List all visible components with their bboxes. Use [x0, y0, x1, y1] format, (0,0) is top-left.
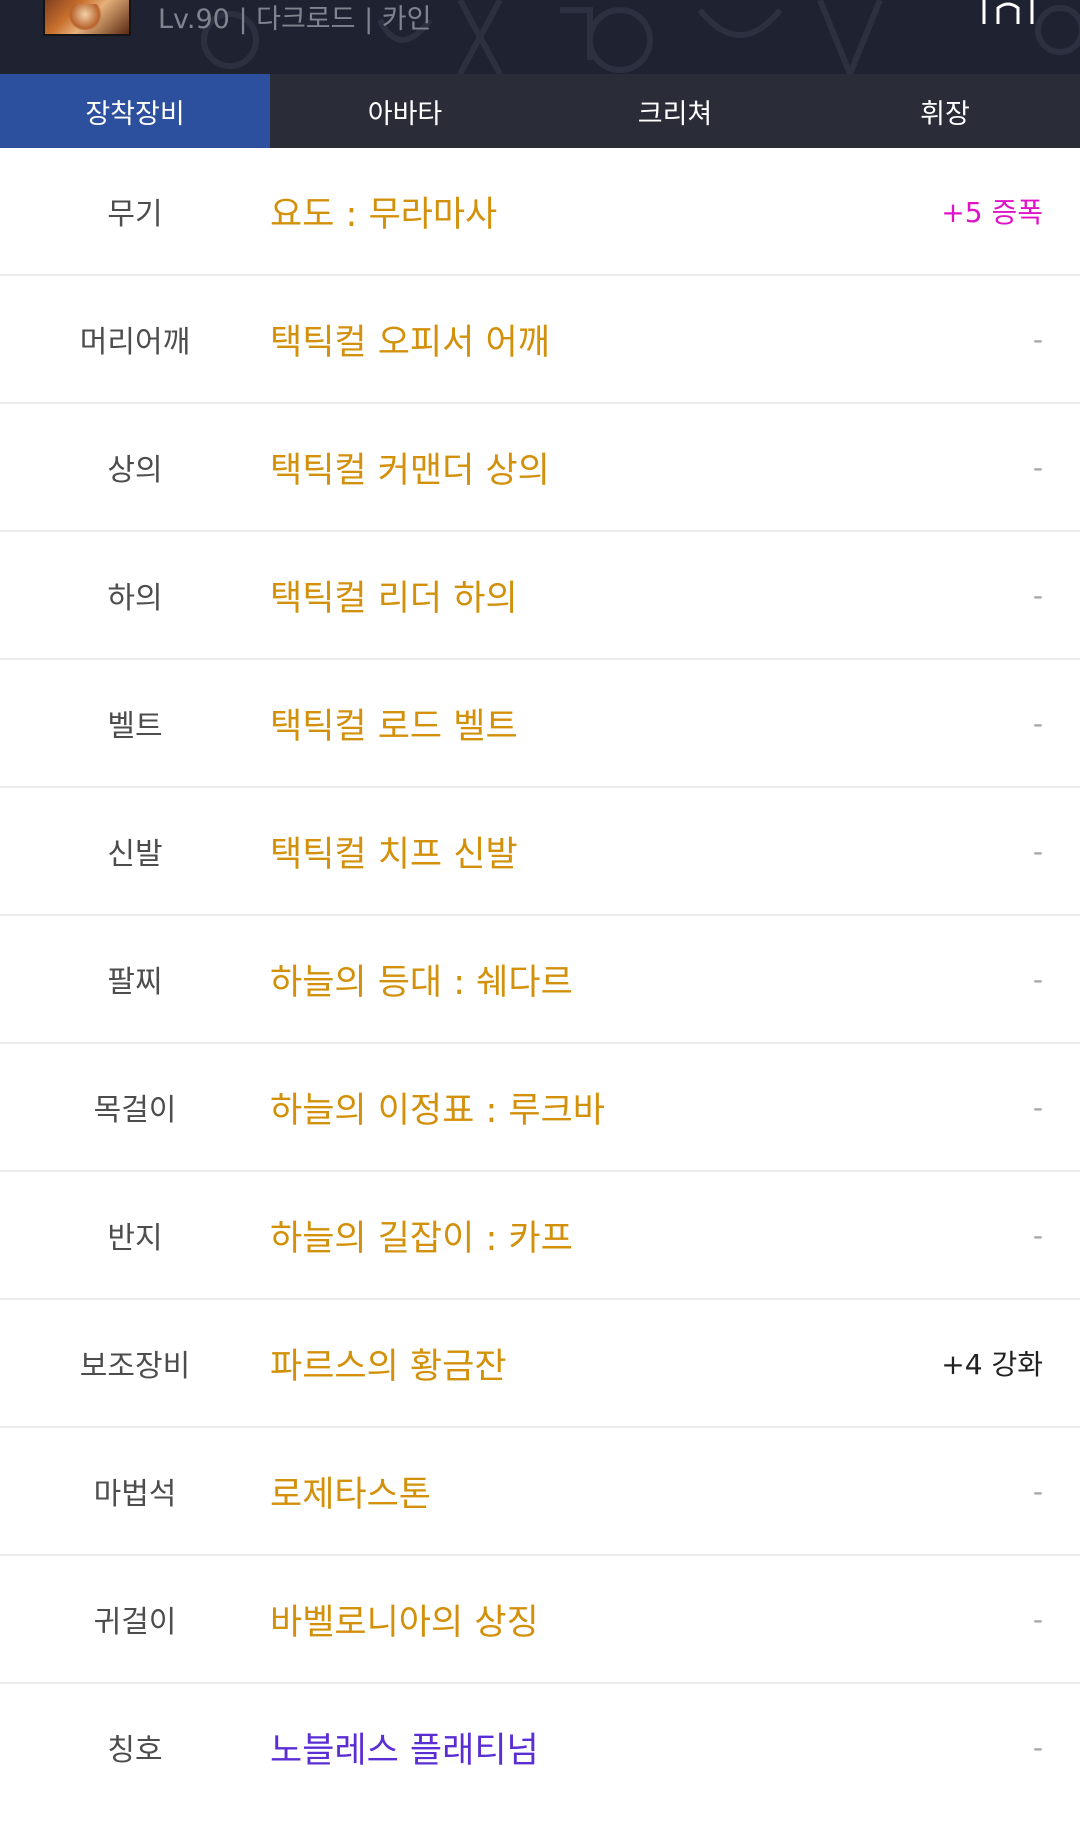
enhance-level: -: [1032, 962, 1043, 996]
tab-creature[interactable]: 크리쳐: [540, 74, 810, 148]
item-name[interactable]: 바벨로니아의 상징: [270, 1556, 539, 1682]
item-name[interactable]: 하늘의 길잡이 : 카프: [270, 1172, 573, 1298]
equipment-row-shoes[interactable]: 신발 택틱컬 치프 신발 -: [0, 788, 1080, 916]
item-name[interactable]: 택틱컬 오피서 어깨: [270, 276, 550, 402]
equipment-list: 무기 요도 : 무라마사 +5 증폭 머리어깨 택틱컬 오피서 어깨 - 상의 …: [0, 148, 1080, 1812]
slot-label: 상의: [107, 453, 163, 488]
enhance-level: +4 강화: [941, 1348, 1043, 1381]
equipment-row-belt[interactable]: 벨트 택틱컬 로드 벨트 -: [0, 660, 1080, 788]
slot-label: 신발: [107, 837, 163, 872]
tab-avatar[interactable]: 아바타: [270, 74, 540, 148]
equipment-row-weapon[interactable]: 무기 요도 : 무라마사 +5 증폭: [0, 148, 1080, 276]
enhance-level: +5 증폭: [941, 196, 1043, 229]
equipment-row-bracelet[interactable]: 팔찌 하늘의 등대 : 쉐다르 -: [0, 916, 1080, 1044]
item-name[interactable]: 로제타스톤: [270, 1428, 431, 1554]
item-name[interactable]: 하늘의 이정표 : 루크바: [270, 1044, 605, 1170]
slot-label: 무기: [107, 197, 163, 232]
enhance-level: -: [1032, 706, 1043, 740]
slot-label: 귀걸이: [93, 1605, 177, 1640]
enhance-level: -: [1032, 1090, 1043, 1124]
equipment-row-bottom[interactable]: 하의 택틱컬 리더 하의 -: [0, 532, 1080, 660]
item-name[interactable]: 하늘의 등대 : 쉐다르: [270, 916, 573, 1042]
item-name[interactable]: 택틱컬 커맨더 상의: [270, 404, 550, 530]
item-name[interactable]: 노블레스 플래티넘: [270, 1684, 539, 1810]
tab-emblem-badge[interactable]: 휘장: [810, 74, 1080, 148]
enhance-level: -: [1032, 450, 1043, 484]
equipment-row-ring[interactable]: 반지 하늘의 길잡이 : 카프 -: [0, 1172, 1080, 1300]
slot-label: 팔찌: [107, 965, 163, 1000]
home-icon[interactable]: [980, 0, 1036, 24]
slot-label: 반지: [107, 1221, 163, 1256]
item-name[interactable]: 파르스의 황금잔: [270, 1300, 507, 1426]
item-name[interactable]: 택틱컬 로드 벨트: [270, 660, 518, 786]
equipment-row-earring[interactable]: 귀걸이 바벨로니아의 상징 -: [0, 1556, 1080, 1684]
tab-equipment[interactable]: 장착장비: [0, 74, 270, 148]
equipment-row-shoulder[interactable]: 머리어깨 택틱컬 오피서 어깨 -: [0, 276, 1080, 404]
equipment-row-magic-stone[interactable]: 마법석 로제타스톤 -: [0, 1428, 1080, 1556]
equipment-row-title[interactable]: 칭호 노블레스 플래티넘 -: [0, 1684, 1080, 1812]
enhance-level: -: [1032, 578, 1043, 612]
tab-bar: 장착장비 아바타 크리쳐 휘장: [0, 74, 1080, 148]
equipment-row-support[interactable]: 보조장비 파르스의 황금잔 +4 강화: [0, 1300, 1080, 1428]
slot-label: 마법석: [93, 1477, 177, 1512]
slot-label: 벨트: [107, 709, 163, 744]
slot-label: 보조장비: [79, 1349, 191, 1384]
character-info: Lv.90 | 다크로드 | 카인: [158, 4, 432, 35]
item-name[interactable]: 택틱컬 치프 신발: [270, 788, 518, 914]
item-name[interactable]: 택틱컬 리더 하의: [270, 532, 518, 658]
slot-label: 하의: [107, 581, 163, 616]
slot-label: 목걸이: [93, 1093, 177, 1128]
slot-label: 머리어깨: [79, 325, 191, 360]
equipment-row-necklace[interactable]: 목걸이 하늘의 이정표 : 루크바 -: [0, 1044, 1080, 1172]
character-header: Lv.90 | 다크로드 | 카인: [0, 0, 1080, 74]
enhance-level: -: [1032, 1474, 1043, 1508]
enhance-level: -: [1032, 1730, 1043, 1764]
enhance-level: -: [1032, 1602, 1043, 1636]
enhance-level: -: [1032, 1218, 1043, 1252]
enhance-level: -: [1032, 834, 1043, 868]
item-name[interactable]: 요도 : 무라마사: [270, 148, 497, 274]
enhance-level: -: [1032, 322, 1043, 356]
slot-label: 칭호: [107, 1733, 163, 1768]
equipment-row-top[interactable]: 상의 택틱컬 커맨더 상의 -: [0, 404, 1080, 532]
character-avatar[interactable]: [43, 0, 131, 36]
